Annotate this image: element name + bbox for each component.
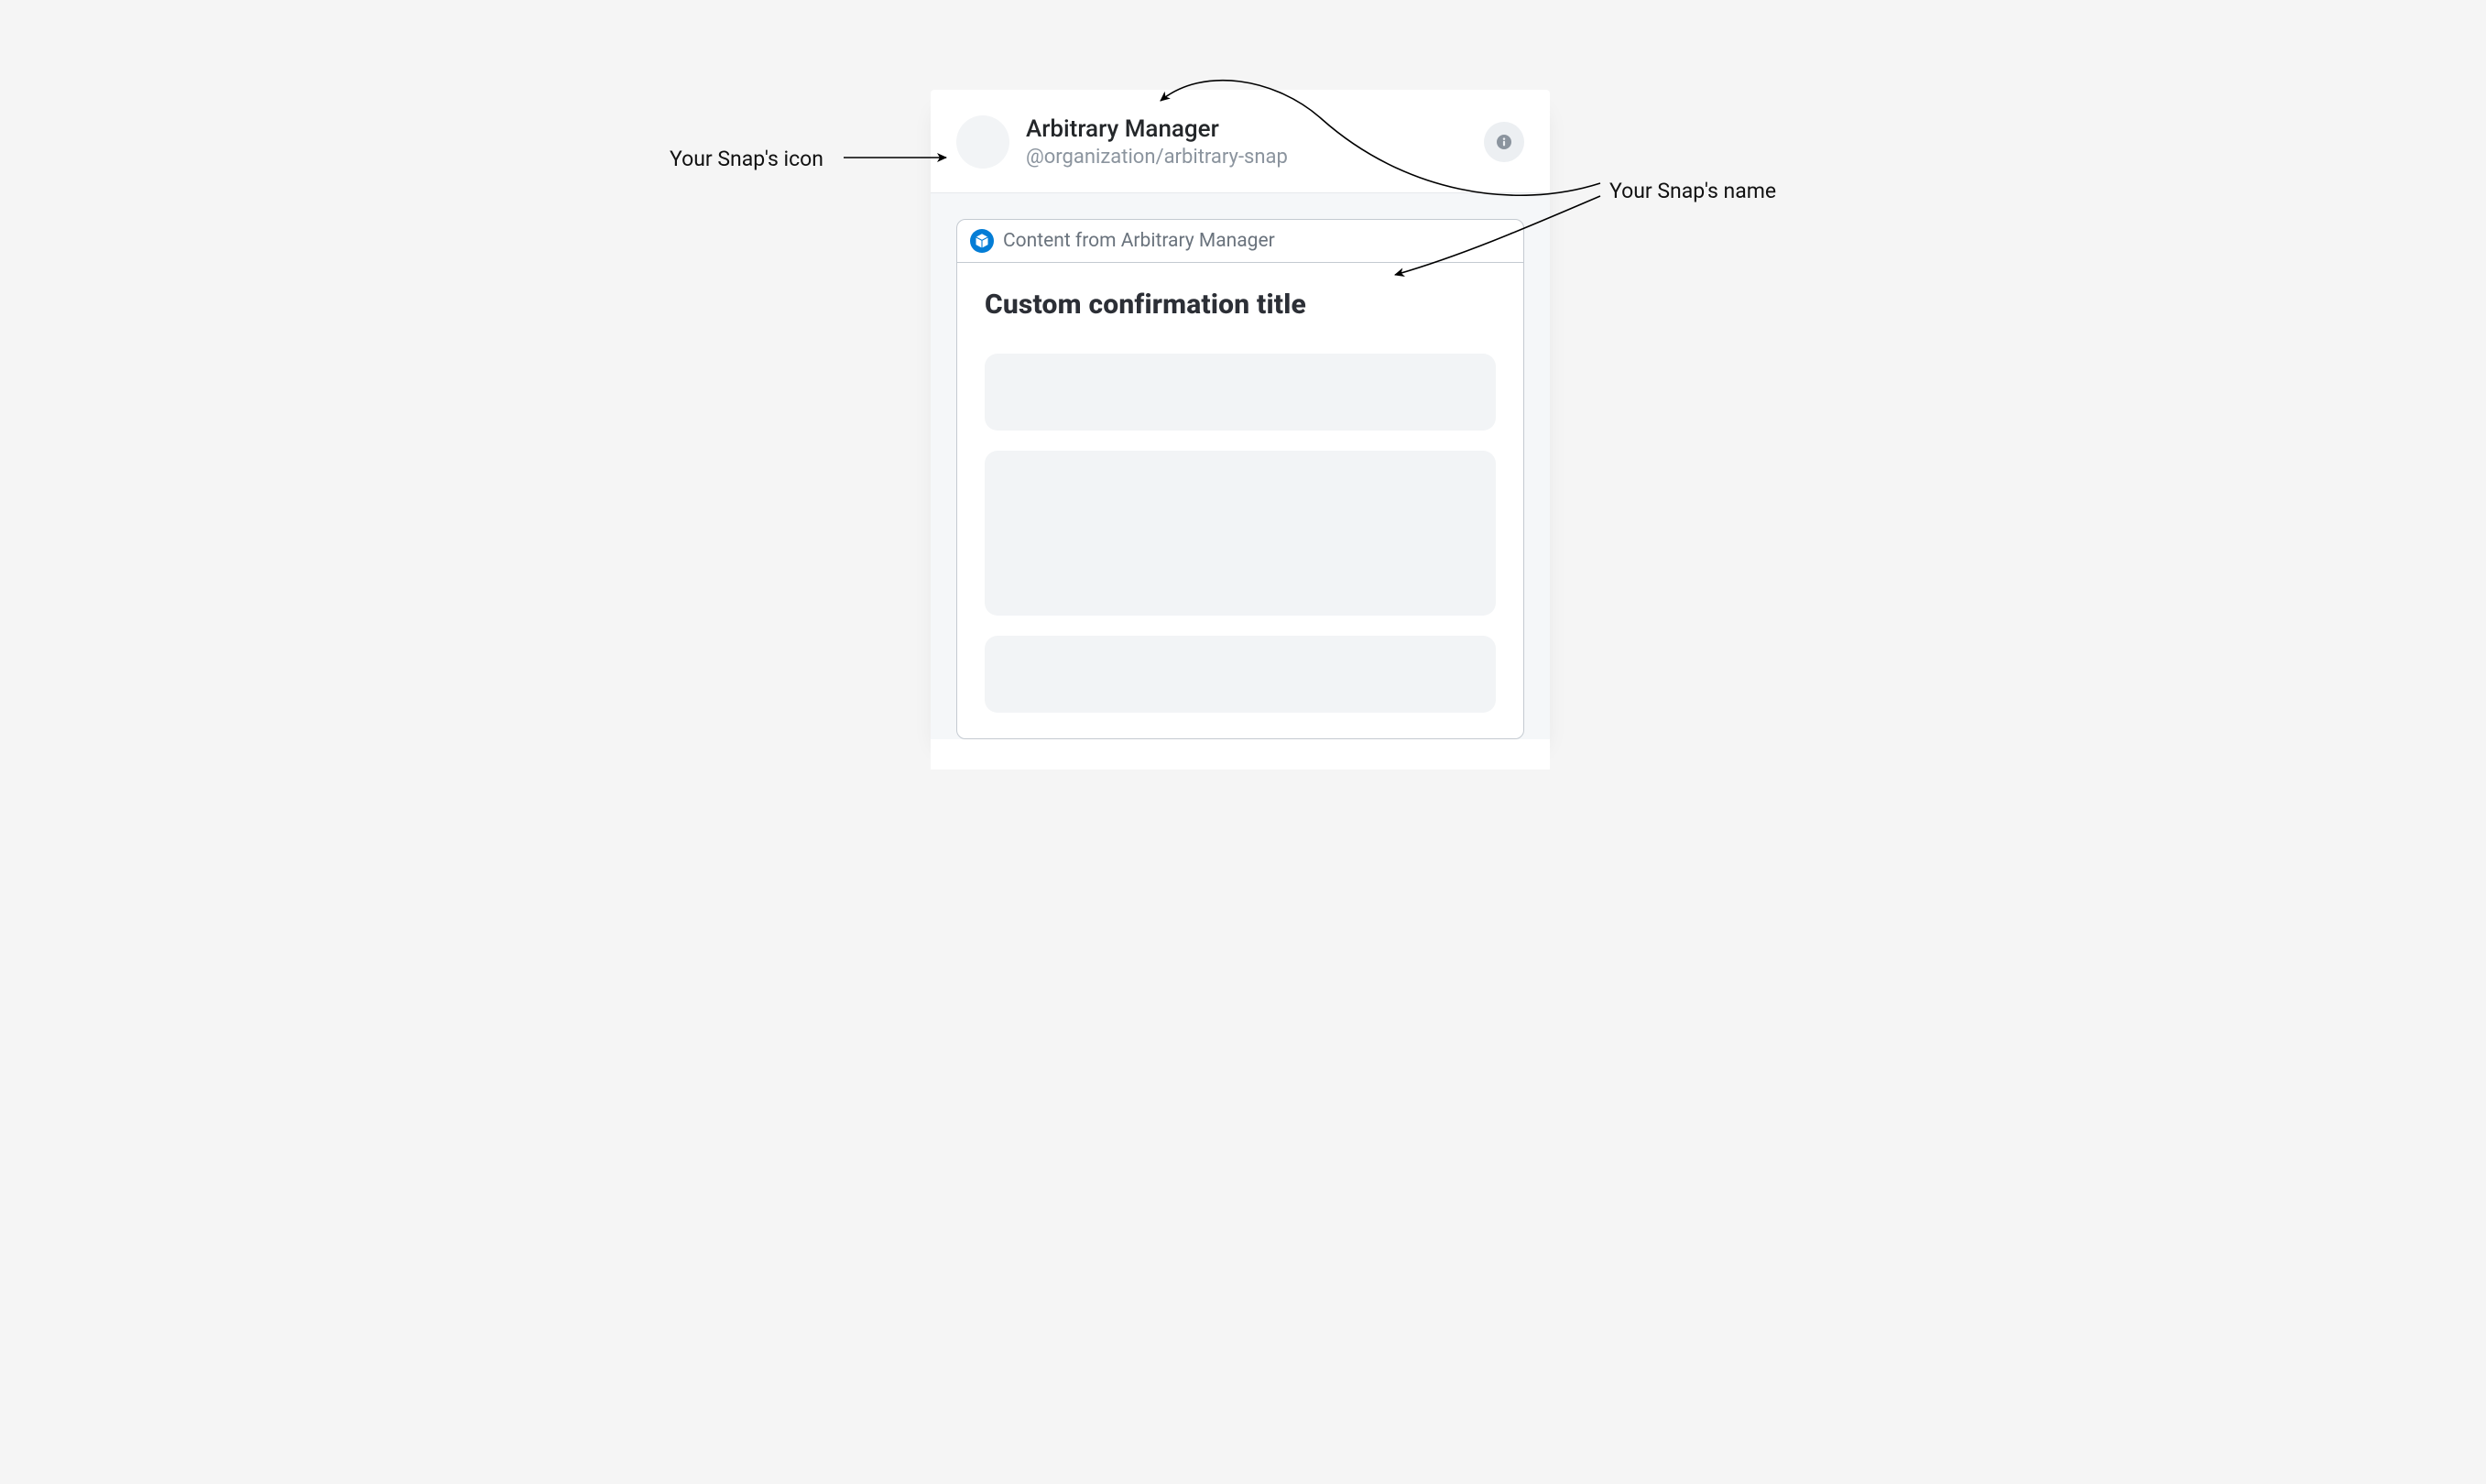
cube-icon [970,229,994,253]
snap-subtitle: @organization/arbitrary-snap [1026,146,1484,169]
info-icon [1497,135,1511,149]
content-card: Content from Arbitrary Manager Custom co… [956,219,1524,739]
snap-icon-placeholder [956,115,1009,169]
content-placeholder [985,354,1496,431]
diagram-stage: Arbitrary Manager @organization/arbitrar… [598,0,1888,769]
card-title: Custom confirmation title [985,289,1496,321]
content-placeholder [985,636,1496,713]
content-placeholder [985,451,1496,616]
annotation-name-label: Your Snap's name [1609,179,1776,203]
header-text-block: Arbitrary Manager @organization/arbitrar… [1026,115,1484,169]
info-button[interactable] [1484,122,1524,162]
snap-panel: Arbitrary Manager @organization/arbitrar… [931,90,1550,769]
card-strip-text: Content from Arbitrary Manager [1003,230,1275,252]
panel-header: Arbitrary Manager @organization/arbitrar… [931,90,1550,193]
card-strip: Content from Arbitrary Manager [957,220,1523,263]
card-content: Custom confirmation title [957,263,1523,738]
snap-title: Arbitrary Manager [1026,115,1484,144]
panel-body: Content from Arbitrary Manager Custom co… [931,193,1550,739]
annotation-icon-label: Your Snap's icon [670,147,823,171]
